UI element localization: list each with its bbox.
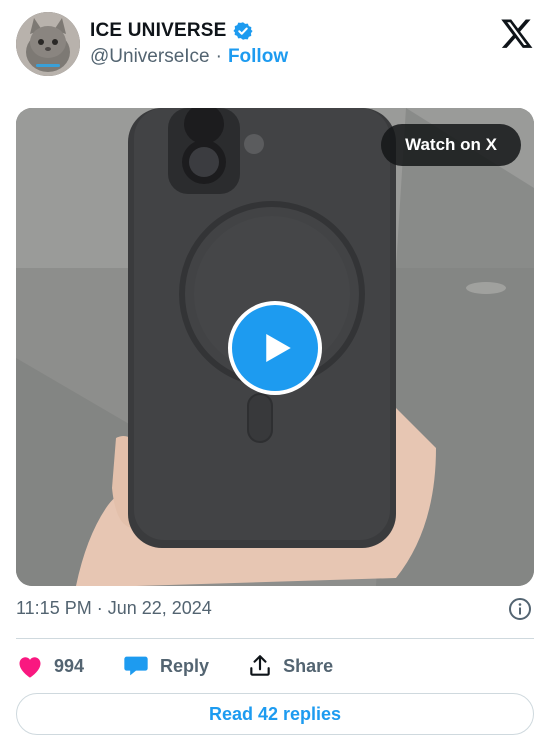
handle-separator: · [215, 46, 222, 67]
reply-label: Reply [160, 655, 210, 676]
watch-on-x-button[interactable]: Watch on X [381, 124, 521, 166]
author-name[interactable]: ICE UNIVERSE [90, 20, 227, 42]
heart-icon [19, 657, 41, 678]
like-count: 994 [54, 655, 85, 676]
author-handle[interactable]: @UniverseIce [90, 46, 210, 68]
divider [16, 638, 534, 639]
avatar[interactable] [16, 12, 80, 76]
read-replies-button[interactable]: Read 42 replies [16, 693, 534, 735]
x-logo-icon[interactable] [500, 16, 534, 50]
reply-bubble-icon [124, 656, 148, 676]
play-button[interactable] [228, 301, 322, 395]
video-player[interactable]: Watch on X [16, 108, 534, 586]
post-meta: 11:15 PM · Jun 22, 2024 [16, 598, 534, 626]
post-timestamp[interactable]: 11:15 PM · Jun 22, 2024 [16, 598, 212, 618]
follow-button[interactable]: Follow [228, 46, 288, 68]
reply-button[interactable]: Reply [122, 653, 209, 679]
post-header: ICE UNIVERSE @UniverseIce · Follow [16, 12, 534, 76]
action-bar: 994 Reply Share [16, 650, 371, 682]
like-button[interactable]: 994 [16, 653, 84, 679]
share-icon [250, 655, 270, 676]
play-icon [266, 334, 291, 362]
share-button[interactable]: Share [247, 653, 333, 679]
share-label: Share [283, 655, 334, 676]
verified-badge-icon [232, 22, 253, 40]
info-icon[interactable] [508, 597, 532, 621]
